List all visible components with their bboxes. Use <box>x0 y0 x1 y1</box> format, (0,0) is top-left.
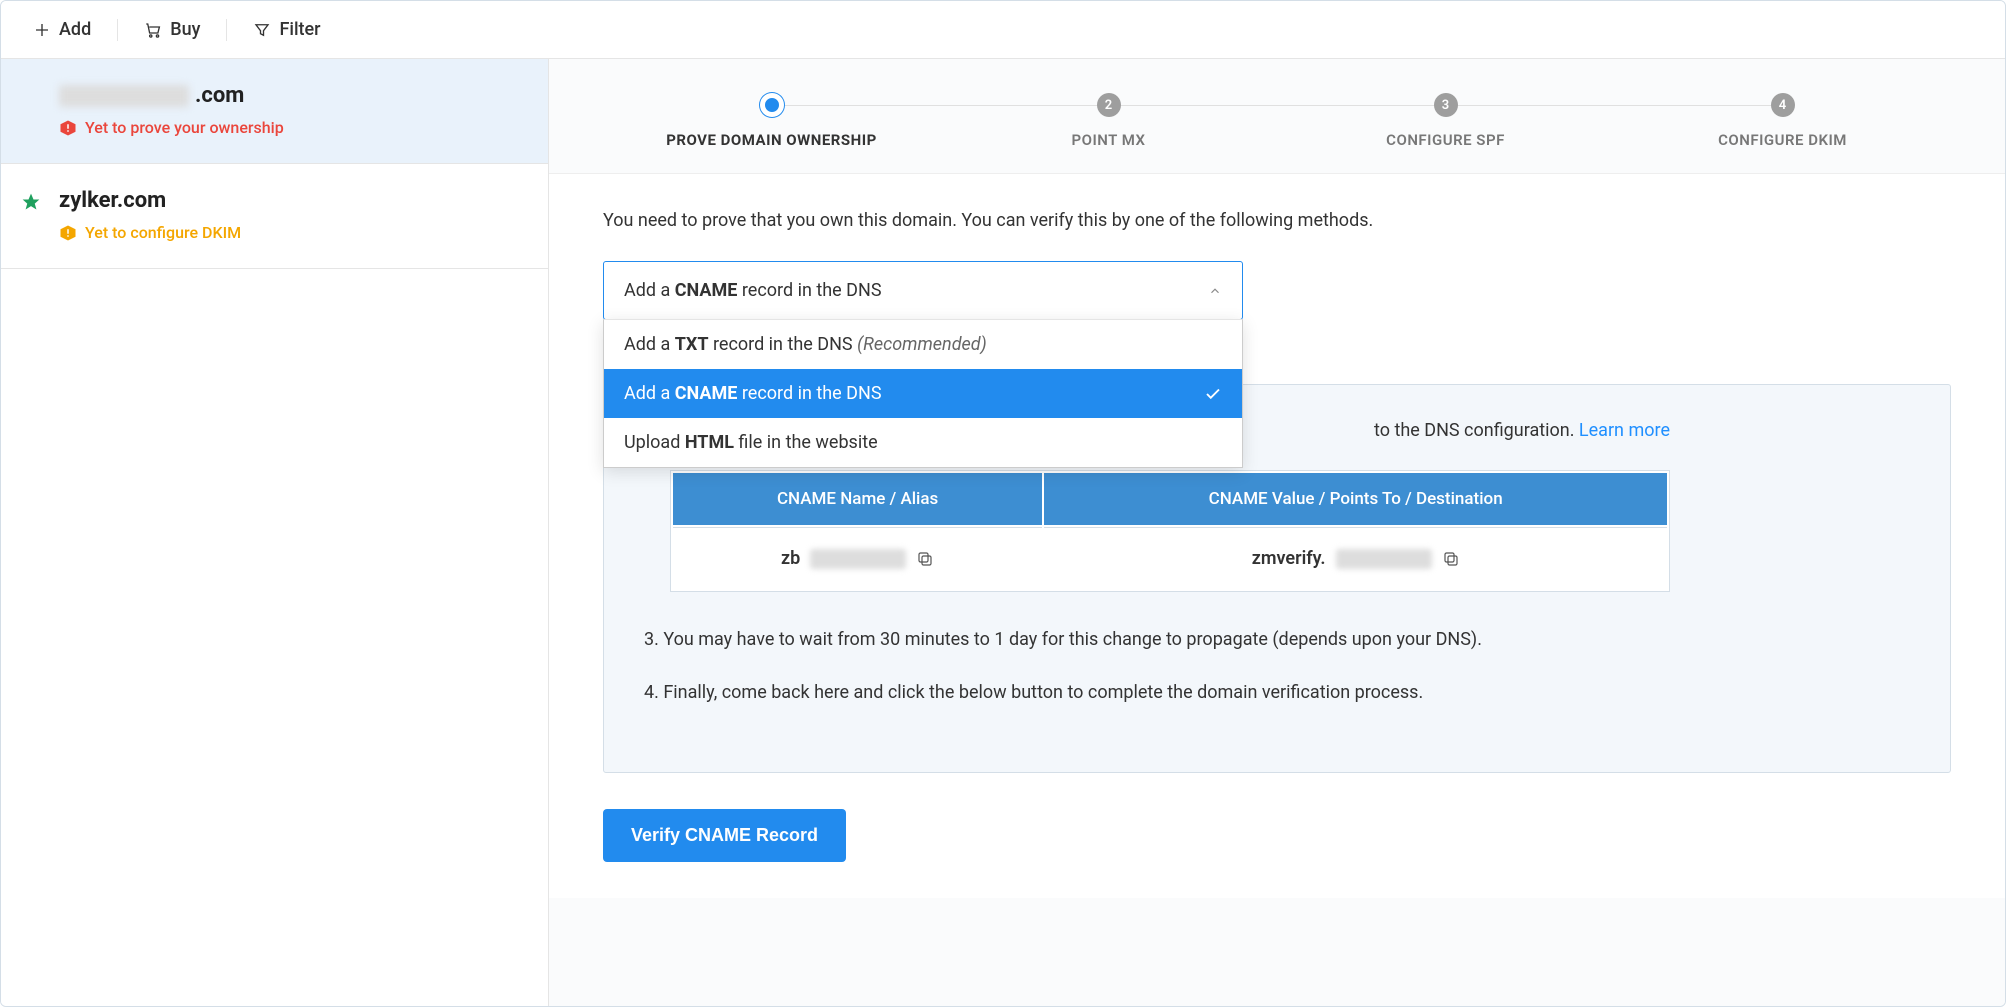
star-icon <box>21 192 41 212</box>
step-4-text: 4. Finally, come back here and click the… <box>644 679 1910 706</box>
verification-method-dropdown: Add a TXT record in the DNS (Recommended… <box>603 319 1243 468</box>
warning-icon <box>59 224 77 242</box>
dropdown-option-cname[interactable]: Add a CNAME record in the DNS <box>604 369 1242 418</box>
buy-label: Buy <box>170 19 200 40</box>
domain-status: Yet to configure DKIM <box>59 223 514 242</box>
dropdown-option-txt[interactable]: Add a TXT record in the DNS (Recommended… <box>604 320 1242 369</box>
filter-icon <box>253 21 271 39</box>
redacted-text <box>810 549 906 569</box>
step-3-text: 3. You may have to wait from 30 minutes … <box>644 626 1910 653</box>
filter-button[interactable]: Filter <box>249 13 324 46</box>
separator <box>117 19 118 41</box>
chevron-up-icon <box>1208 284 1222 298</box>
verification-method-select[interactable]: Add a CNAME record in the DNS <box>603 261 1243 320</box>
cname-table: CNAME Name / Alias CNAME Value / Points … <box>670 470 1670 592</box>
domain-list-item[interactable]: .com Yet to prove your ownership <box>1 59 548 164</box>
plus-icon <box>33 21 51 39</box>
redacted-text <box>59 85 189 107</box>
copy-icon[interactable] <box>916 550 934 568</box>
step-configure-dkim[interactable]: 4 CONFIGURE DKIM <box>1614 93 1951 149</box>
verify-cname-button[interactable]: Verify CNAME Record <box>603 809 846 862</box>
domain-list-item[interactable]: zylker.com Yet to configure DKIM <box>1 164 548 269</box>
buy-button[interactable]: Buy <box>140 13 204 46</box>
domain-name: zylker.com <box>59 188 514 213</box>
domain-name: .com <box>59 83 514 108</box>
copy-icon[interactable] <box>1442 550 1460 568</box>
cart-icon <box>144 21 162 39</box>
warning-icon <box>59 119 77 137</box>
learn-more-link[interactable]: Learn more <box>1579 420 1670 441</box>
select-label: Add a CNAME record in the DNS <box>624 280 882 301</box>
step-circle: 4 <box>1771 93 1795 117</box>
add-button[interactable]: Add <box>29 13 95 46</box>
dropdown-option-html[interactable]: Upload HTML file in the website <box>604 418 1242 467</box>
step-point-mx[interactable]: 2 POINT MX <box>940 93 1277 149</box>
step-circle: 2 <box>1097 93 1121 117</box>
add-label: Add <box>59 19 91 40</box>
step-configure-spf[interactable]: 3 CONFIGURE SPF <box>1277 93 1614 149</box>
step-prove-ownership[interactable]: PROVE DOMAIN OWNERSHIP <box>603 93 940 149</box>
stepper: PROVE DOMAIN OWNERSHIP 2 POINT MX 3 CONF… <box>549 59 2005 174</box>
redacted-text <box>1336 549 1432 569</box>
table-header-value: CNAME Value / Points To / Destination <box>1044 473 1667 525</box>
table-header-name: CNAME Name / Alias <box>673 473 1042 525</box>
step-circle <box>760 93 784 117</box>
intro-text: You need to prove that you own this doma… <box>603 210 1951 231</box>
cname-value-value: zmverify. <box>1252 548 1460 569</box>
cname-name-value: zb <box>781 548 934 569</box>
filter-label: Filter <box>279 19 320 40</box>
check-icon <box>1204 385 1222 403</box>
step-circle: 3 <box>1434 93 1458 117</box>
domain-status: Yet to prove your ownership <box>59 118 514 137</box>
separator <box>226 19 227 41</box>
